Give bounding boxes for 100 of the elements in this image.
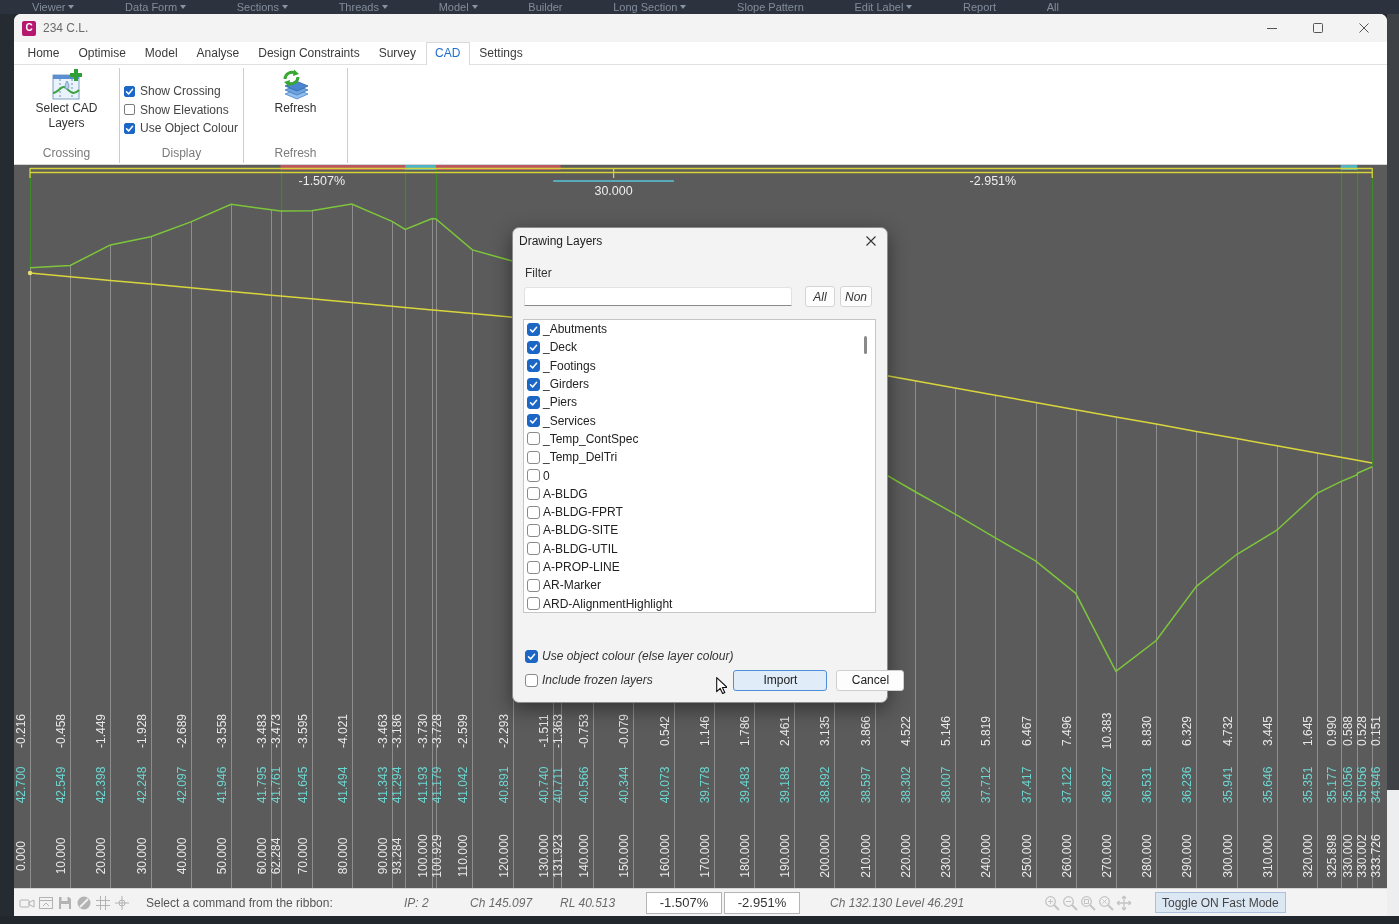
layer-name[interactable]: A-BLDG	[543, 486, 588, 501]
toolbar-label[interactable]: Edit Label	[854, 0, 904, 14]
checkbox-label[interactable]: Use Object Colour	[140, 121, 239, 136]
checkbox[interactable]	[527, 487, 540, 501]
filter-button[interactable]: Non	[840, 286, 872, 307]
chainage-label: 330.002	[1355, 834, 1370, 878]
chainage-label: 170.000	[697, 834, 712, 878]
ribbon-tab[interactable]: Model	[135, 42, 188, 64]
prohibited-icon[interactable]	[76, 894, 92, 911]
filter-input[interactable]	[524, 287, 792, 306]
caret-icon[interactable]	[382, 5, 388, 9]
toolbar-label[interactable]: Model	[438, 0, 469, 14]
layer-name[interactable]: _Piers	[543, 395, 577, 410]
dialog-button[interactable]: Cancel	[836, 669, 905, 691]
checkbox[interactable]	[527, 578, 540, 592]
toolbar-label[interactable]: Viewer	[32, 0, 66, 14]
layer-name[interactable]: A-BLDG-SITE	[543, 523, 619, 538]
scrollbar[interactable]	[864, 336, 867, 354]
checkbox[interactable]	[527, 469, 540, 482]
ribbon-tab[interactable]: Analyse	[187, 42, 249, 64]
checkbox[interactable]	[527, 560, 540, 574]
layer-name[interactable]: A-BLDG-UTIL	[543, 541, 618, 556]
chainage-label: 131.923	[550, 834, 565, 878]
checkbox-label[interactable]: Show Elevations	[140, 102, 229, 117]
chainage-label: 250.000	[1019, 834, 1034, 878]
caret-icon[interactable]	[281, 5, 288, 9]
ribbon-button[interactable]: Refresh	[272, 69, 319, 116]
toolbar-label[interactable]: Threads	[338, 0, 379, 14]
toolbar-label[interactable]: Slope Pattern	[737, 0, 804, 14]
checkbox[interactable]	[124, 85, 135, 97]
checkbox[interactable]	[527, 414, 540, 428]
toolbar-label[interactable]: Long Section	[613, 0, 678, 14]
level-difference-label: 4.522	[898, 716, 913, 746]
chainage-label: 160.000	[657, 834, 672, 878]
level-difference-label: -3.595	[295, 714, 310, 748]
checkbox[interactable]	[527, 523, 540, 537]
checkbox[interactable]	[527, 597, 540, 611]
checkbox[interactable]	[527, 432, 540, 446]
design-level-label: 40.344	[617, 766, 632, 804]
ribbon-button[interactable]: Select CAD Layers	[29, 69, 104, 131]
checkbox[interactable]	[525, 649, 538, 663]
level-difference-label: 3.445	[1260, 716, 1275, 746]
layer-name[interactable]: _Temp_ContSpec	[543, 431, 639, 446]
caret-icon[interactable]	[180, 5, 187, 9]
layer-name[interactable]: _Services	[543, 413, 596, 428]
level-difference-label: -3.730	[416, 714, 431, 748]
checkbox[interactable]	[527, 505, 540, 519]
ribbon-tab[interactable]: Survey	[369, 42, 426, 64]
design-level-label: 40.740	[536, 766, 551, 804]
checkbox[interactable]	[124, 104, 135, 116]
layer-name[interactable]: _Deck	[543, 340, 577, 355]
level-difference-label: -0.216	[14, 714, 28, 748]
ribbon-tab[interactable]: Design Constraints	[248, 42, 370, 64]
caret-icon[interactable]	[906, 5, 913, 9]
layer-name[interactable]: _Girders	[543, 377, 589, 392]
toolbar-label[interactable]: Data Form	[125, 0, 178, 14]
ribbon-tab[interactable]: Optimise	[69, 42, 136, 64]
toolbar-label[interactable]: All	[1046, 0, 1059, 14]
level-difference-label: -4.021	[335, 714, 350, 748]
checkbox[interactable]	[527, 542, 540, 556]
window-title: 234 C.L.	[43, 21, 89, 35]
window-icon[interactable]	[38, 894, 54, 911]
ribbon-tab[interactable]: Home	[18, 42, 69, 64]
layer-name[interactable]: 0	[543, 468, 550, 483]
checkbox[interactable]	[124, 122, 135, 134]
checkbox[interactable]	[527, 450, 540, 464]
toolbar-label[interactable]: Sections	[236, 0, 279, 14]
level-difference-label: -3.483	[255, 714, 270, 748]
toolbar-label[interactable]: Report	[963, 0, 997, 14]
layer-name[interactable]: _Temp_DelTri	[543, 450, 618, 465]
checkbox[interactable]	[527, 322, 540, 336]
layer-name[interactable]: _Abutments	[543, 322, 608, 337]
layer-name[interactable]: A-PROP-LINE	[543, 560, 620, 574]
caret-icon[interactable]	[68, 5, 75, 9]
toolbar-label[interactable]: Builder	[528, 0, 563, 14]
fast-mode-button[interactable]: Toggle ON Fast Mode	[1155, 892, 1286, 913]
dialog-button[interactable]: Import	[733, 669, 828, 691]
ribbon-tab[interactable]: Settings	[469, 42, 533, 64]
filter-button[interactable]: All	[805, 286, 835, 307]
grid-icon[interactable]	[95, 894, 111, 911]
layer-name[interactable]: _Footings	[543, 358, 596, 373]
checkbox[interactable]	[525, 673, 538, 687]
level-difference-label: 0.588	[1341, 716, 1356, 746]
layer-name[interactable]: A-BLDG-FPRT	[543, 505, 623, 520]
caret-icon[interactable]	[680, 5, 687, 9]
checkbox[interactable]	[527, 395, 540, 409]
ribbon-tab[interactable]: CAD	[425, 42, 470, 65]
checkbox[interactable]	[527, 340, 540, 354]
checkbox-label[interactable]: Include frozen layers	[542, 673, 653, 687]
checkbox-label[interactable]: Show Crossing	[140, 84, 221, 99]
checkbox[interactable]	[527, 377, 540, 391]
crosshair-icon[interactable]	[114, 894, 130, 911]
layer-name[interactable]: AR-Marker	[543, 578, 601, 593]
design-level-label: 41.494	[335, 766, 350, 804]
layer-name[interactable]: ARD-AlignmentHighlight	[543, 596, 673, 611]
chainage-label: 130.000	[536, 834, 551, 878]
caret-icon[interactable]	[471, 5, 478, 9]
save-icon[interactable]	[57, 894, 73, 911]
checkbox[interactable]	[527, 359, 540, 373]
checkbox-label[interactable]: Use object colour (else layer colour)	[542, 649, 734, 663]
